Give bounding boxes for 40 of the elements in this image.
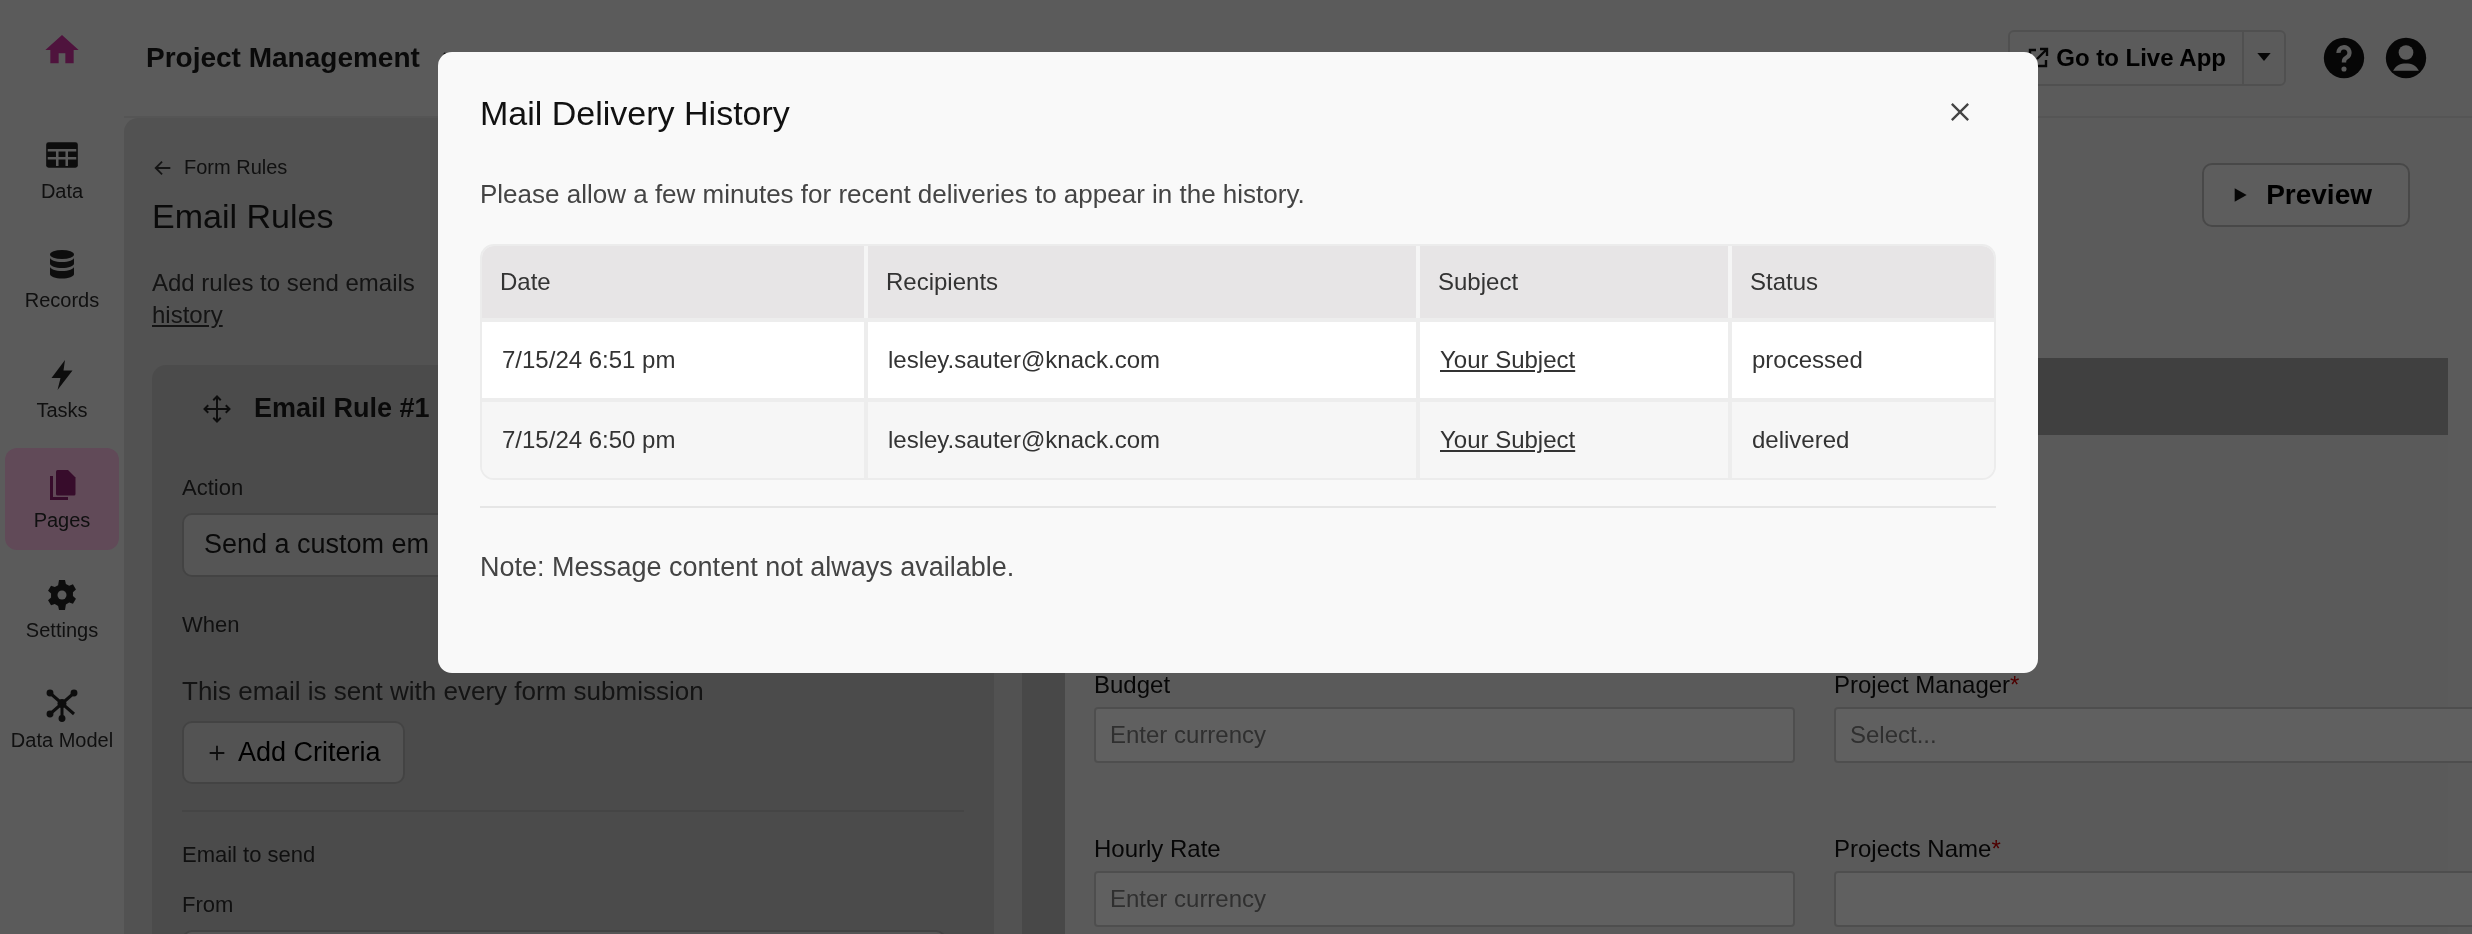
field-label: Projects Name* — [1834, 835, 2002, 863]
table-cell: processed — [1732, 318, 1994, 398]
subject-link[interactable]: Your Subject — [1440, 426, 1576, 453]
sidebar-item[interactable]: Pages — [5, 448, 119, 550]
modal-title: Mail Delivery History — [480, 94, 790, 133]
rule-title: Email Rule #1 — [254, 393, 430, 424]
table-cell: 7/15/24 6:51 pm — [482, 318, 868, 398]
add-criteria-button[interactable]: Add Criteria — [182, 721, 405, 784]
user-avatar-icon[interactable] — [2384, 36, 2428, 80]
modal-intro: Please allow a few minutes for recent deliveries to appear in the history. — [480, 179, 1306, 210]
field-label: Action — [182, 475, 244, 501]
table-cell: 7/15/24 6:50 pm — [482, 398, 868, 478]
column-header: Status — [1732, 246, 1994, 318]
field-label: Budget — [1094, 671, 1172, 699]
history-link[interactable]: history — [152, 301, 223, 329]
panel-title: Email Rules — [152, 197, 334, 236]
description-text: Add rules to send emails — [152, 269, 415, 297]
preview-button[interactable]: Preview — [2202, 163, 2410, 227]
back-link[interactable]: Form Rules — [152, 156, 994, 179]
move-icon[interactable] — [202, 393, 232, 424]
app-name: Project Management — [146, 42, 420, 74]
sidebar-item[interactable]: Data Model — [5, 668, 119, 770]
field-label: From — [182, 892, 234, 918]
sidebar-item[interactable]: Data — [5, 118, 119, 220]
table-cell: lesley.sauter@knack.com — [868, 318, 1420, 398]
table-cell: lesley.sauter@knack.com — [868, 398, 1420, 478]
help-icon[interactable] — [2322, 36, 2366, 80]
section-label: Email to send — [182, 842, 316, 868]
sidebar-item[interactable]: Settings — [5, 558, 119, 660]
sidebar-item[interactable]: Records — [5, 228, 119, 330]
field-label: Hourly Rate — [1094, 835, 1222, 863]
note-text: Note: Message content not always available. — [480, 552, 1016, 583]
column-header: Date — [482, 246, 868, 318]
column-header: Subject — [1420, 246, 1732, 318]
sidebar-item[interactable]: Tasks — [5, 338, 119, 440]
play-icon — [2232, 187, 2249, 203]
field-label: When — [182, 612, 240, 638]
column-header: Recipients — [868, 246, 1420, 318]
field-label: Project Manager* — [1834, 671, 2021, 699]
subject-link[interactable]: Your Subject — [1440, 346, 1576, 373]
